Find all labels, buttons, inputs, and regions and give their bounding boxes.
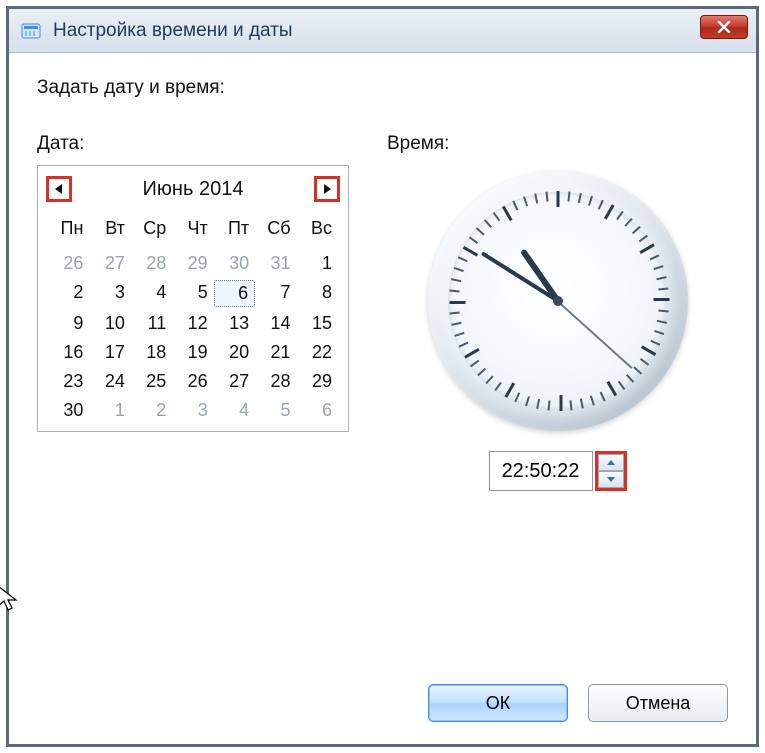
- dialog-content: Задать дату и время: Дата: Июнь 2014: [9, 53, 756, 744]
- calendar-day[interactable]: 5: [172, 280, 213, 307]
- triangle-left-icon: [54, 183, 64, 195]
- calendar-day[interactable]: 4: [214, 398, 255, 423]
- calendar-day[interactable]: 7: [255, 280, 296, 307]
- calendar-weekday: Пт: [214, 216, 255, 247]
- calendar-weekday: Вт: [89, 216, 130, 247]
- calendar-day[interactable]: 3: [89, 280, 130, 307]
- time-input[interactable]: [489, 451, 593, 491]
- calendar-day[interactable]: 21: [255, 340, 296, 365]
- calendar-prev-button[interactable]: [46, 176, 72, 202]
- calendar-day[interactable]: 4: [131, 280, 172, 307]
- calendar-day[interactable]: 26: [48, 251, 89, 276]
- calendar-day[interactable]: 30: [214, 251, 255, 276]
- calendar-day[interactable]: 3: [172, 398, 213, 423]
- calendar-day[interactable]: 26: [172, 369, 213, 394]
- calendar-day[interactable]: 5: [255, 398, 296, 423]
- calendar-day[interactable]: 29: [172, 251, 213, 276]
- calendar-day[interactable]: 17: [89, 340, 130, 365]
- time-spin-up-button[interactable]: [598, 454, 624, 471]
- calendar-day[interactable]: 10: [89, 311, 130, 336]
- calendar-weekday: Ср: [131, 216, 172, 247]
- time-spin-down-button[interactable]: [598, 471, 624, 488]
- close-button[interactable]: [700, 15, 748, 39]
- close-icon: [717, 21, 731, 33]
- date-column: Дата: Июнь 2014 ПнВтСрЧтПтСбВс2627282930…: [37, 133, 349, 491]
- ok-button[interactable]: ОК: [428, 684, 568, 722]
- calendar-day[interactable]: 15: [297, 311, 338, 336]
- dialog-window: Настройка времени и даты Задать дату и в…: [6, 6, 759, 747]
- time-column: Время:: [387, 133, 728, 491]
- analog-clock: [428, 171, 688, 431]
- calendar-day[interactable]: 19: [172, 340, 213, 365]
- calendar-day[interactable]: 14: [255, 311, 296, 336]
- calendar-day[interactable]: 12: [172, 311, 213, 336]
- calendar-day[interactable]: 20: [214, 340, 255, 365]
- window-title: Настройка времени и даты: [53, 20, 293, 42]
- calendar-day[interactable]: 2: [131, 398, 172, 423]
- calendar: Июнь 2014 ПнВтСрЧтПтСбВс2627282930311234…: [37, 165, 349, 432]
- app-icon: [19, 19, 43, 43]
- cancel-button[interactable]: Отмена: [588, 684, 728, 722]
- calendar-day[interactable]: 27: [89, 251, 130, 276]
- calendar-day[interactable]: 11: [131, 311, 172, 336]
- calendar-day[interactable]: 29: [297, 369, 338, 394]
- calendar-day[interactable]: 6: [297, 398, 338, 423]
- time-label: Время:: [387, 133, 449, 155]
- date-label: Дата:: [37, 133, 349, 155]
- calendar-day[interactable]: 1: [297, 251, 338, 276]
- calendar-day[interactable]: 25: [131, 369, 172, 394]
- calendar-weekday: Пн: [48, 216, 89, 247]
- calendar-day[interactable]: 1: [89, 398, 130, 423]
- calendar-day[interactable]: 30: [48, 398, 89, 423]
- calendar-day[interactable]: 8: [297, 280, 338, 307]
- triangle-right-icon: [322, 183, 332, 195]
- calendar-day[interactable]: 28: [255, 369, 296, 394]
- calendar-weekday: Вс: [297, 216, 338, 247]
- time-spinner: [595, 451, 627, 491]
- titlebar[interactable]: Настройка времени и даты: [9, 9, 756, 53]
- calendar-day[interactable]: 2: [48, 280, 89, 307]
- calendar-day[interactable]: 23: [48, 369, 89, 394]
- calendar-weekday: Сб: [255, 216, 296, 247]
- calendar-day[interactable]: 6: [214, 280, 255, 307]
- calendar-month-title[interactable]: Июнь 2014: [72, 178, 314, 201]
- calendar-day[interactable]: 13: [214, 311, 255, 336]
- calendar-day[interactable]: 31: [255, 251, 296, 276]
- triangle-up-icon: [606, 459, 616, 466]
- prompt-label: Задать дату и время:: [37, 77, 728, 99]
- calendar-day[interactable]: 16: [48, 340, 89, 365]
- calendar-day[interactable]: 27: [214, 369, 255, 394]
- triangle-down-icon: [606, 476, 616, 483]
- calendar-day[interactable]: 22: [297, 340, 338, 365]
- calendar-weekday: Чт: [172, 216, 213, 247]
- calendar-day[interactable]: 24: [89, 369, 130, 394]
- calendar-day[interactable]: 18: [131, 340, 172, 365]
- calendar-day[interactable]: 28: [131, 251, 172, 276]
- calendar-day[interactable]: 9: [48, 311, 89, 336]
- calendar-next-button[interactable]: [314, 176, 340, 202]
